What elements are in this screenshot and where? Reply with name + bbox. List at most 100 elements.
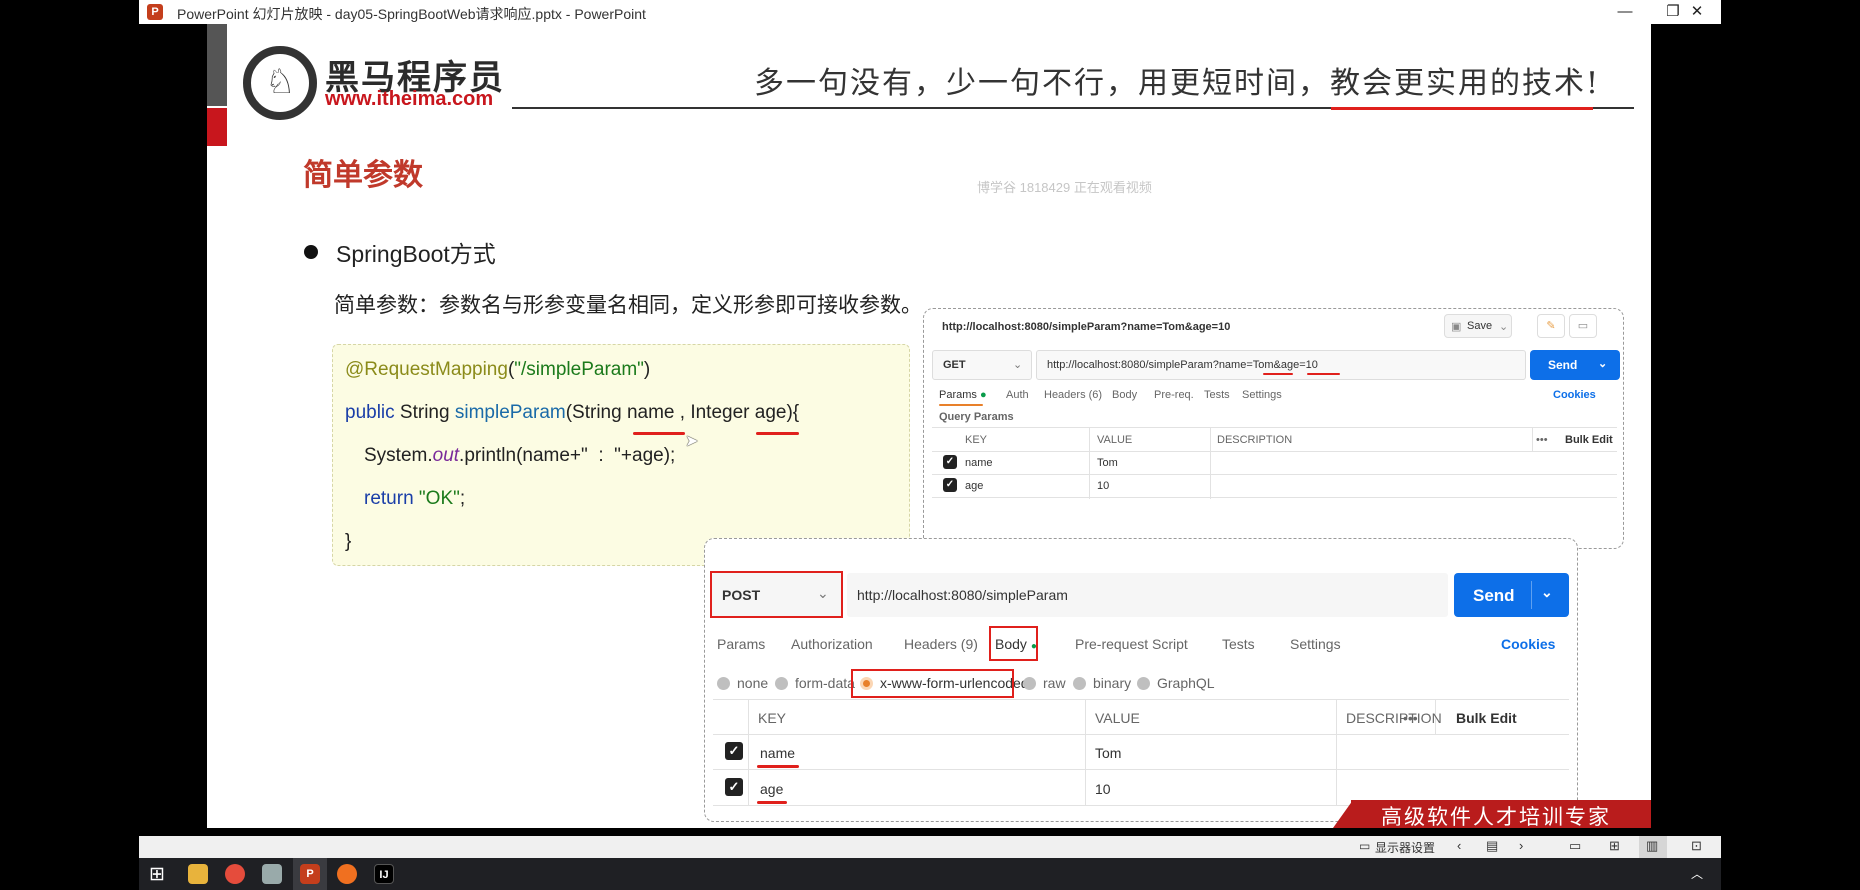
tab-body[interactable]: Body — [1112, 389, 1137, 401]
checkbox-icon[interactable]: ✓ — [943, 478, 957, 492]
method-select[interactable]: GET ⌄ — [932, 350, 1032, 380]
code-text: System. — [364, 445, 433, 466]
radio-none[interactable] — [717, 677, 730, 690]
edit-icon[interactable]: ✎ — [1537, 314, 1565, 338]
param-value[interactable]: Tom — [1095, 745, 1121, 761]
param-key[interactable]: age — [760, 781, 783, 797]
body-type-form-data[interactable]: form-data — [795, 675, 855, 691]
chevron-down-icon: ⌄ — [1598, 358, 1608, 370]
checkbox-icon[interactable]: ✓ — [943, 455, 957, 469]
chevron-down-icon: ⌄ — [1499, 321, 1509, 333]
previous-slide-icon[interactable]: ‹ — [1457, 838, 1461, 853]
slide-view-icon[interactable]: ▤ — [1486, 838, 1498, 854]
radio-form-data[interactable] — [775, 677, 788, 690]
display-settings-button[interactable]: 显示器设置 — [1375, 839, 1435, 856]
powerpoint-taskbar-icon[interactable]: P — [300, 864, 320, 884]
param-key[interactable]: name — [965, 457, 993, 469]
chevron-down-icon: ⌄ — [1541, 584, 1553, 600]
app-icon[interactable] — [262, 864, 282, 884]
tab-auth[interactable]: Auth — [1006, 389, 1029, 401]
grid-line — [932, 497, 1617, 498]
tab-headers[interactable]: Headers (9) — [904, 636, 978, 652]
param-value[interactable]: 10 — [1097, 480, 1109, 492]
body-type-raw[interactable]: raw — [1043, 675, 1066, 691]
close-button[interactable]: ✕ — [1673, 0, 1721, 24]
slideshow-statusbar: ▭ 显示器设置 ‹ ▤ › ▭ ⊞ ▥ ⊡ — [139, 836, 1721, 858]
checkbox-icon[interactable]: ✓ — [725, 778, 743, 796]
checkbox-icon[interactable]: ✓ — [725, 742, 743, 760]
chevron-down-icon: ⌄ — [1013, 359, 1023, 371]
tab-params[interactable]: Params ● — [939, 389, 987, 401]
cookies-link[interactable]: Cookies — [1553, 389, 1596, 401]
tab-settings[interactable]: Settings — [1242, 389, 1282, 401]
grid-line — [713, 699, 1569, 700]
tab-params[interactable]: Params — [717, 636, 765, 652]
code-type: String — [394, 402, 455, 423]
grid-line — [1336, 699, 1337, 805]
body-type-binary[interactable]: binary — [1093, 675, 1131, 691]
file-explorer-icon[interactable] — [188, 864, 208, 884]
code-params: (String name , Integer age){ — [565, 402, 800, 423]
save-button[interactable]: ▣ Save ⌄ — [1444, 314, 1512, 338]
bullet-text: SpringBoot方式 — [336, 241, 496, 267]
grid-line — [932, 451, 1617, 452]
code-line-3: System.out.println(name+" : "+age); — [364, 445, 675, 467]
radio-raw[interactable] — [1023, 677, 1036, 690]
code-method-name: simpleParam — [454, 402, 566, 423]
send-button[interactable]: Send ⌄ — [1454, 573, 1569, 617]
radio-binary[interactable] — [1073, 677, 1086, 690]
code-text: .println(name+" : "+age); — [459, 445, 676, 466]
grid-line — [1089, 427, 1090, 499]
footer-text: 高级软件人才培训专家 — [1381, 805, 1611, 828]
normal-view-icon[interactable]: ▭ — [1569, 838, 1581, 854]
tab-pre-request[interactable]: Pre-req. — [1154, 389, 1194, 401]
intellij-taskbar-icon[interactable]: IJ — [374, 864, 394, 884]
more-options-icon[interactable]: ••• — [1536, 434, 1548, 446]
postman-taskbar-icon[interactable] — [337, 864, 357, 884]
brand-url: www.itheima.com — [325, 88, 494, 110]
param-value[interactable]: Tom — [1097, 457, 1118, 469]
presentation-icon[interactable]: ⊡ — [1691, 838, 1702, 854]
slide-sorter-icon[interactable]: ⊞ — [1609, 838, 1620, 854]
windows-start-icon[interactable]: ⊞ — [149, 863, 165, 886]
comment-icon[interactable]: ▭ — [1569, 314, 1597, 338]
footer-band: 高级软件人才培训专家 — [1351, 800, 1651, 828]
active-dot-icon: ● — [979, 389, 987, 401]
tray-expand-icon[interactable]: ︿ — [1691, 865, 1703, 882]
param-key[interactable]: name — [760, 745, 795, 761]
tab-authorization[interactable]: Authorization — [791, 636, 873, 652]
more-options-icon[interactable]: ••• — [1403, 710, 1418, 726]
column-description: DESCRIPTION — [1217, 434, 1293, 446]
send-button[interactable]: Send ⌄ — [1530, 350, 1620, 380]
body-type-graphql[interactable]: GraphQL — [1157, 675, 1215, 691]
grid-line — [1085, 699, 1086, 805]
tab-headers[interactable]: Headers (6) — [1044, 389, 1102, 401]
chrome-icon[interactable] — [225, 864, 245, 884]
param-key[interactable]: age — [965, 480, 983, 492]
code-paren: ) — [643, 359, 651, 380]
url-input[interactable]: http://localhost:8080/simpleParam — [847, 573, 1448, 617]
tab-pre-request-script[interactable]: Pre-request Script — [1075, 636, 1188, 652]
bulk-edit-link[interactable]: Bulk Edit — [1456, 710, 1517, 726]
param-value[interactable]: 10 — [1095, 781, 1111, 797]
slide-accent-red — [207, 108, 227, 146]
highlight-urlencoded — [851, 669, 1014, 698]
cookies-link[interactable]: Cookies — [1501, 636, 1555, 652]
grid-line — [713, 769, 1569, 770]
next-slide-icon[interactable]: › — [1519, 838, 1523, 853]
radio-graphql[interactable] — [1137, 677, 1150, 690]
tab-settings[interactable]: Settings — [1290, 636, 1341, 652]
save-label: Save — [1467, 320, 1493, 332]
grid-line — [748, 699, 749, 805]
body-type-none[interactable]: none — [737, 675, 768, 691]
url-input[interactable]: http://localhost:8080/simpleParam?name=T… — [1036, 350, 1526, 380]
powerpoint-app-icon: P — [147, 4, 163, 20]
code-annotation: @RequestMapping — [345, 359, 508, 380]
code-string: "/simpleParam" — [514, 359, 644, 380]
slide-accent-gray — [207, 24, 227, 106]
bulk-edit-link[interactable]: Bulk Edit — [1565, 434, 1613, 446]
minimize-button[interactable]: — — [1601, 0, 1649, 24]
column-value: VALUE — [1097, 434, 1133, 446]
tab-tests[interactable]: Tests — [1222, 636, 1255, 652]
tab-tests[interactable]: Tests — [1204, 389, 1230, 401]
